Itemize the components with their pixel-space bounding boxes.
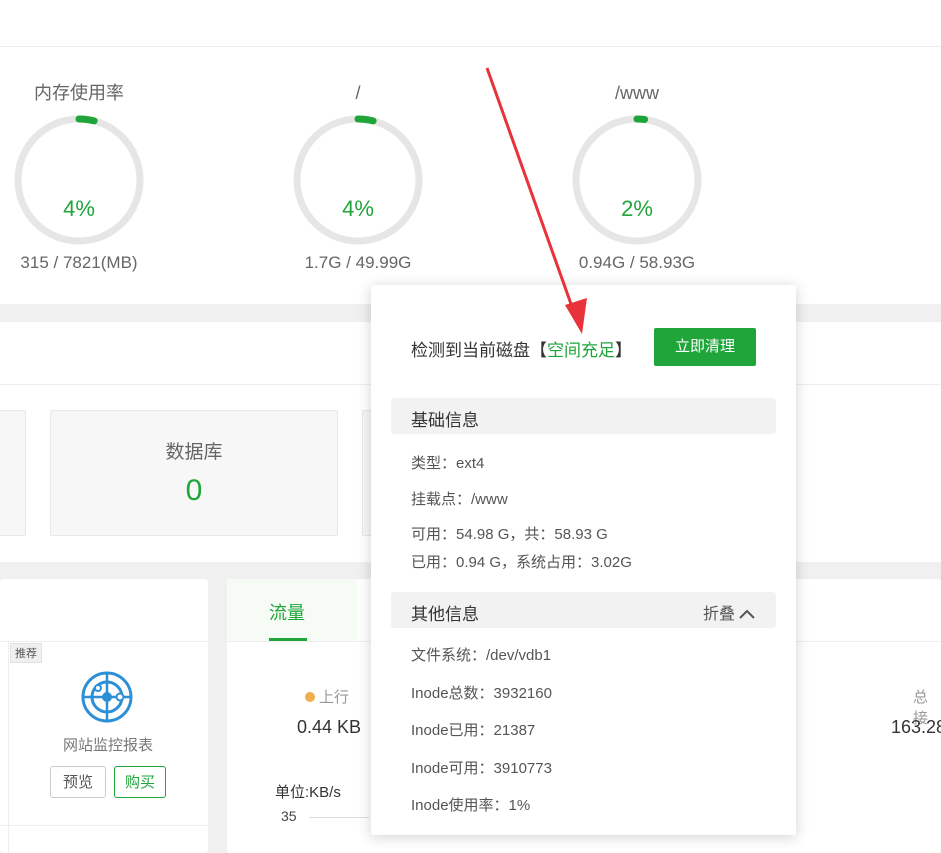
status-gauges-panel: 内存使用率 4% 315 / 7821(MB) / 4% 1.7G / 49.9… (0, 47, 941, 304)
buy-button[interactable]: 购买 (114, 766, 166, 798)
upstream-label-text: 上行 (319, 689, 350, 706)
fold-toggle[interactable]: 折叠 (703, 600, 756, 624)
gauge-disk-root[interactable]: / 4% 1.7G / 49.99G (268, 81, 448, 273)
gauge-title: /www (615, 83, 659, 103)
info-row-inode-total: Inode总数：3932160 (411, 685, 552, 702)
disk-status-text: 空间充足 (547, 341, 615, 360)
gauge-ring (293, 115, 423, 245)
grid-line (309, 817, 369, 818)
info-row-mount: 挂载点：/www (411, 491, 508, 508)
headline-suffix: 】 (615, 341, 632, 360)
unit-label: 单位:KB/s (275, 784, 341, 801)
info-row-inode-usage: Inode使用率：1% (411, 797, 531, 814)
divider (0, 825, 208, 826)
basic-info-header: 基础信息 (391, 398, 776, 434)
software-panel: 推荐 网站监控报表 预览 购买 (0, 579, 208, 853)
stat-card-database[interactable]: 数据库 0 (50, 410, 338, 536)
gauge-title: 内存使用率 (34, 83, 124, 103)
gauge-detail: 0.94G / 58.93G (578, 253, 696, 272)
top-bar (0, 0, 941, 47)
info-row-filesystem: 文件系统：/dev/vdb1 (411, 647, 552, 664)
total-received-value: 163.28 (891, 717, 941, 737)
upstream-label: 上行 (305, 686, 349, 707)
info-row-inode-free: Inode可用：3910773 (411, 760, 552, 777)
y-tick-label: 35 (281, 808, 297, 824)
stat-card-site[interactable] (0, 410, 26, 536)
plugin-name[interactable]: 网站监控报表 (0, 734, 228, 755)
headline-prefix: 检测到当前磁盘【 (411, 341, 547, 360)
stat-label: 数据库 (165, 442, 223, 463)
gauge-ring (14, 115, 144, 245)
gauge-percent: 4% (342, 196, 374, 221)
upstream-value: 0.44 KB (297, 717, 362, 737)
preview-button[interactable]: 预览 (50, 766, 106, 798)
section-title: 其他信息 (411, 605, 479, 624)
upstream-dot-icon (305, 692, 315, 702)
info-row-available: 可用：54.98 G，共：58.93 G (411, 526, 608, 543)
other-info-header: 其他信息 折叠 (391, 592, 776, 628)
gauge-percent: 2% (621, 196, 653, 221)
disk-status-headline: 检测到当前磁盘【空间充足】 (411, 336, 632, 361)
gauge-disk-www[interactable]: /www 2% 0.94G / 58.93G (547, 81, 727, 273)
gauge-detail: 1.7G / 49.99G (304, 253, 412, 272)
info-row-type: 类型：ext4 (411, 455, 485, 472)
stat-value[interactable]: 0 (51, 474, 337, 508)
popup-caret (624, 274, 646, 285)
gauge-detail: 315 / 7821(MB) (20, 253, 138, 272)
disk-info-popup: 检测到当前磁盘【空间充足】 立即清理 基础信息 类型：ext4 挂载点：/www… (371, 285, 796, 835)
gauge-title: / (355, 83, 361, 103)
section-title: 基础信息 (411, 411, 479, 430)
gauge-memory[interactable]: 内存使用率 4% 315 / 7821(MB) (0, 81, 169, 273)
fold-label: 折叠 (702, 606, 735, 623)
chevron-up-icon (739, 609, 755, 619)
info-row-inode-used: Inode已用：21387 (411, 722, 536, 739)
radar-icon (81, 671, 133, 723)
info-row-used: 已用：0.94 G，系统占用：3.02G (411, 554, 632, 571)
divider (0, 641, 208, 642)
tab-traffic[interactable]: 流量 (227, 579, 357, 641)
tab-label: 流量 (269, 603, 305, 623)
clean-now-button[interactable]: 立即清理 (654, 328, 756, 366)
gauge-percent: 4% (63, 196, 95, 221)
recommend-badge: 推荐 (10, 643, 42, 663)
gauge-ring (572, 115, 702, 245)
